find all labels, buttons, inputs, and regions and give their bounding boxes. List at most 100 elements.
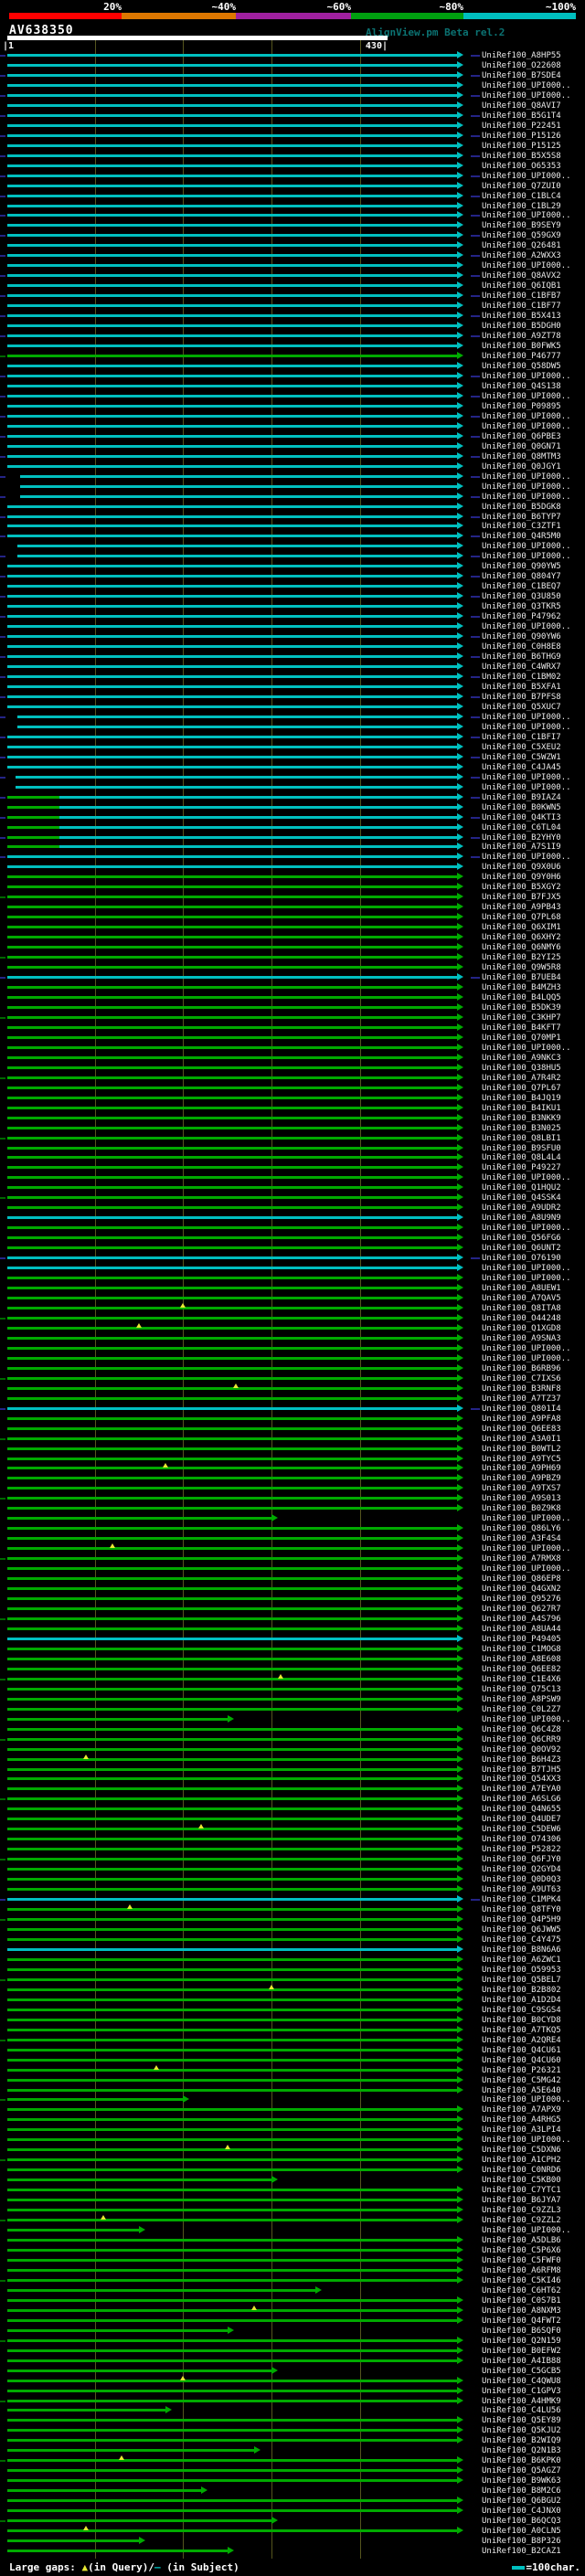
hit-bar[interactable] bbox=[7, 2019, 457, 2021]
hit-label[interactable]: UniRef100_Q5KJU2 bbox=[482, 2426, 561, 2435]
hit-bar[interactable] bbox=[7, 1447, 457, 1450]
hit-row[interactable]: UniRef100_C0H8E8 bbox=[0, 641, 585, 652]
hit-label[interactable]: UniRef100_C1BEQ7 bbox=[482, 582, 561, 591]
hit-row[interactable]: UniRef100_A9NKC3 bbox=[0, 1053, 585, 1063]
hit-label[interactable]: UniRef100_A3LPI4 bbox=[482, 2125, 561, 2135]
hit-bar[interactable] bbox=[7, 1607, 457, 1610]
hit-bar[interactable] bbox=[7, 2509, 457, 2512]
hit-row[interactable]: UniRef100_B9SEY9 bbox=[0, 220, 585, 230]
hit-bar[interactable] bbox=[20, 485, 457, 488]
hit-row[interactable]: UniRef100_P22451 bbox=[0, 121, 585, 131]
hit-bar[interactable] bbox=[7, 736, 457, 738]
hit-bar[interactable] bbox=[7, 2369, 271, 2372]
hit-bar[interactable] bbox=[7, 2429, 457, 2432]
hit-label[interactable]: UniRef100_Q4S138 bbox=[482, 382, 561, 391]
hit-label[interactable]: UniRef100_C5KB00 bbox=[482, 2176, 561, 2185]
hit-label[interactable]: UniRef100_A9PBZ9 bbox=[482, 1474, 561, 1483]
hit-label[interactable]: UniRef100_UPI000.. bbox=[482, 713, 571, 722]
hit-label[interactable]: UniRef100_B0WTL2 bbox=[482, 1445, 561, 1454]
hit-label[interactable]: UniRef100_Q8MTM3 bbox=[482, 452, 561, 461]
hit-row[interactable]: UniRef100_C3ZTF1 bbox=[0, 521, 585, 531]
hit-label[interactable]: UniRef100_A9ZT78 bbox=[482, 332, 561, 341]
hit-bar[interactable] bbox=[7, 806, 59, 809]
hit-row[interactable]: UniRef100_P15125 bbox=[0, 141, 585, 151]
hit-row[interactable]: UniRef100_Q8AVX2 bbox=[0, 270, 585, 281]
hit-bar[interactable] bbox=[7, 365, 457, 367]
hit-bar[interactable] bbox=[7, 2529, 457, 2532]
hit-bar[interactable] bbox=[7, 1777, 457, 1780]
hit-label[interactable]: UniRef100_Q86EP8 bbox=[482, 1574, 561, 1584]
hit-bar[interactable] bbox=[7, 1938, 457, 1941]
hit-bar[interactable] bbox=[7, 615, 457, 618]
hit-label[interactable]: UniRef100_UPI000.. bbox=[482, 392, 571, 401]
hit-row[interactable]: UniRef100_B8N6A6 bbox=[0, 1945, 585, 1955]
hit-bar[interactable] bbox=[7, 1978, 457, 1981]
hit-row[interactable]: UniRef100_C9ZZL3 bbox=[0, 2205, 585, 2215]
hit-row[interactable]: UniRef100_UPI000.. bbox=[0, 492, 585, 502]
hit-label[interactable]: UniRef100_A4IB88 bbox=[482, 2357, 561, 2366]
hit-row[interactable]: UniRef100_Q3U850 bbox=[0, 591, 585, 601]
hit-bar[interactable] bbox=[7, 1848, 457, 1850]
hit-row[interactable]: UniRef100_B6RB96 bbox=[0, 1363, 585, 1373]
hit-label[interactable]: UniRef100_Q6XIM1 bbox=[482, 923, 561, 932]
hit-bar[interactable] bbox=[7, 1668, 457, 1670]
hit-row[interactable]: UniRef100_UPI000.. bbox=[0, 1343, 585, 1353]
hit-bar[interactable] bbox=[7, 1617, 457, 1620]
hit-row[interactable]: UniRef100_O76190 bbox=[0, 1253, 585, 1263]
hit-bar[interactable] bbox=[7, 1036, 457, 1039]
hit-bar[interactable] bbox=[7, 185, 457, 187]
hit-bar[interactable] bbox=[7, 1638, 457, 1640]
hit-bar[interactable] bbox=[7, 2069, 457, 2072]
hit-label[interactable]: UniRef100_Q5XUC7 bbox=[482, 703, 561, 712]
hit-row[interactable]: UniRef100_A8PSW9 bbox=[0, 1694, 585, 1704]
hit-label[interactable]: UniRef100_C1BFB7 bbox=[482, 292, 561, 301]
hit-bar[interactable] bbox=[7, 896, 457, 898]
hit-label[interactable]: UniRef100_O65353 bbox=[482, 162, 561, 171]
hit-bar[interactable] bbox=[7, 324, 457, 327]
hit-bar[interactable] bbox=[7, 1517, 271, 1520]
hit-bar[interactable] bbox=[7, 1838, 457, 1840]
hit-bar[interactable] bbox=[7, 114, 457, 117]
hit-bar[interactable] bbox=[7, 274, 457, 277]
hit-label[interactable]: UniRef100_Q2N159 bbox=[482, 2337, 561, 2346]
hit-row[interactable]: UniRef100_UPI000.. bbox=[0, 80, 585, 90]
hit-row[interactable]: UniRef100_O44248 bbox=[0, 1313, 585, 1323]
hit-bar[interactable] bbox=[7, 1567, 457, 1570]
hit-bar[interactable] bbox=[16, 776, 457, 779]
hit-row[interactable]: UniRef100_B5DGK8 bbox=[0, 502, 585, 512]
hit-row[interactable]: UniRef100_Q6XHY2 bbox=[0, 932, 585, 942]
hit-label[interactable]: UniRef100_C4LU56 bbox=[482, 2406, 561, 2415]
hit-label[interactable]: UniRef100_C5P6X6 bbox=[482, 2246, 561, 2255]
hit-label[interactable]: UniRef100_B7UEB4 bbox=[482, 973, 561, 982]
hit-bar[interactable] bbox=[7, 2539, 139, 2542]
hit-row[interactable]: UniRef100_B2WIQ9 bbox=[0, 2435, 585, 2445]
hit-bar[interactable] bbox=[7, 1688, 457, 1691]
hit-bar[interactable] bbox=[7, 1407, 457, 1410]
hit-bar[interactable] bbox=[7, 2039, 457, 2041]
hit-row[interactable]: UniRef100_C4JNX0 bbox=[0, 2506, 585, 2516]
hit-row[interactable]: UniRef100_Q5KJU2 bbox=[0, 2425, 585, 2435]
hit-label[interactable]: UniRef100_Q56FG6 bbox=[482, 1234, 561, 1243]
hit-row[interactable]: UniRef100_Q8L4L4 bbox=[0, 1152, 585, 1162]
hit-label[interactable]: UniRef100_Q801I4 bbox=[482, 1405, 561, 1414]
hit-bar[interactable] bbox=[7, 385, 457, 387]
hit-bar[interactable] bbox=[7, 2359, 457, 2362]
hit-row[interactable]: UniRef100_Q0JGY1 bbox=[0, 461, 585, 472]
hit-label[interactable]: UniRef100_Q0D0Q3 bbox=[482, 1875, 561, 1884]
hit-label[interactable]: UniRef100_B6JYA7 bbox=[482, 2196, 561, 2205]
hit-bar[interactable] bbox=[7, 595, 457, 598]
hit-label[interactable]: UniRef100_O76190 bbox=[482, 1254, 561, 1263]
hit-bar[interactable] bbox=[7, 1347, 457, 1350]
hit-bar[interactable] bbox=[7, 956, 457, 959]
hit-bar[interactable] bbox=[7, 1437, 457, 1440]
hit-bar[interactable] bbox=[7, 1186, 457, 1189]
hit-bar[interactable] bbox=[20, 495, 457, 498]
hit-bar[interactable] bbox=[7, 655, 457, 658]
hit-label[interactable]: UniRef100_A9PH69 bbox=[482, 1464, 561, 1473]
hit-row[interactable]: UniRef100_C1MOG8 bbox=[0, 1644, 585, 1654]
hit-label[interactable]: UniRef100_B5G1T4 bbox=[482, 111, 561, 121]
hit-row[interactable]: UniRef100_UPI000.. bbox=[0, 1513, 585, 1523]
hit-bar[interactable] bbox=[7, 1097, 457, 1099]
hit-row[interactable]: UniRef100_UPI000.. bbox=[0, 391, 585, 401]
hit-bar[interactable] bbox=[7, 966, 457, 969]
